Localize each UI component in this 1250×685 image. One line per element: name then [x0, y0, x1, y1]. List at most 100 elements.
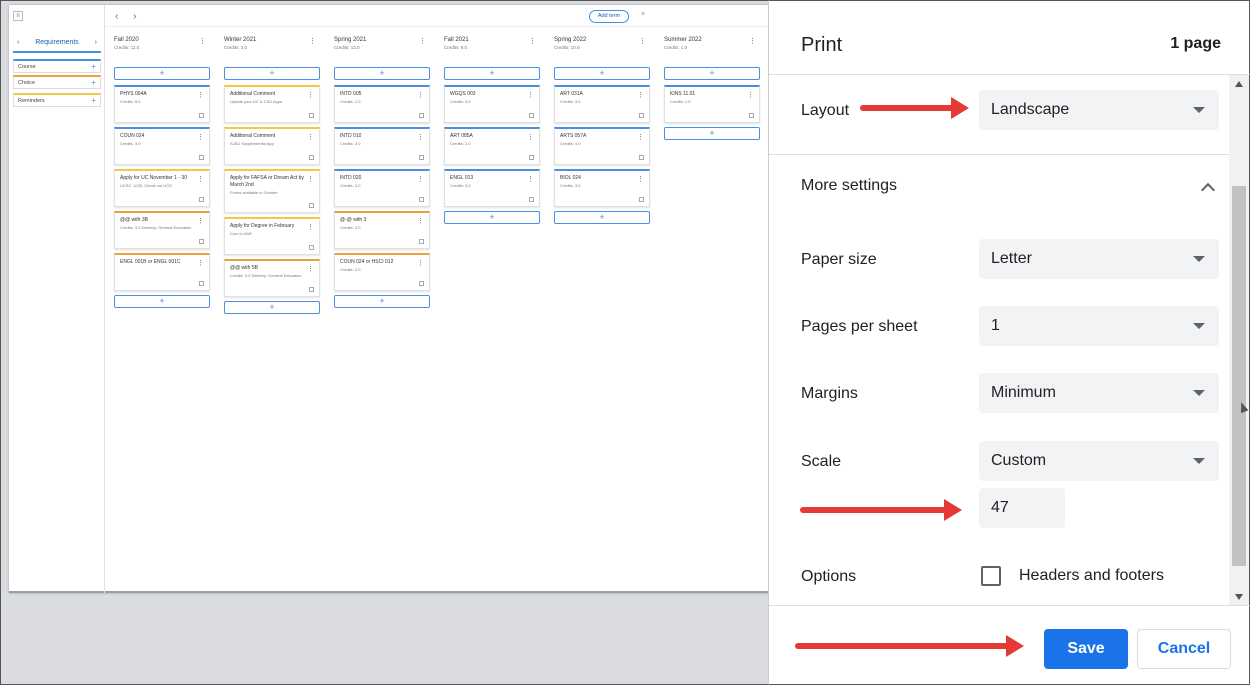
course-card: COUN 024 or HSCI 012 Credits: 3.0 ⋮ [334, 253, 430, 291]
course-card: ART 085A Credits: 3.0 ⋮ [444, 127, 540, 165]
term-header: Winter 2021 Credits: 3.0 ⋮ [224, 37, 320, 67]
more-vert-icon: ⋮ [197, 92, 204, 99]
margins-value: Minimum [991, 384, 1056, 401]
more-vert-icon: ⋮ [307, 224, 314, 231]
save-button[interactable]: Save [1044, 629, 1128, 669]
card-subtitle: Credits: 3.0 [560, 183, 581, 188]
pages-per-sheet-select[interactable]: 1 [979, 306, 1219, 346]
headers-footers-checkbox[interactable] [981, 566, 1001, 586]
caret-down-icon [1193, 107, 1205, 113]
settings-scroll-area[interactable]: Layout Landscape More settings Paper siz… [769, 75, 1250, 605]
card-title: Additional Comment [230, 133, 276, 139]
nav-arrows-icon: ‹ › [115, 11, 143, 22]
term-header: Fall 2021 Credits: 9.0 ⋮ [444, 37, 540, 67]
term-column: Summer 2022 Credits: 1.0 ⋮ + KINS 11.01 Credi… [664, 37, 760, 145]
term-column: Spring 2022 Credits: 10.0 ⋮ + ART 031A Credit… [554, 37, 650, 229]
more-vert-icon: ⋮ [637, 134, 644, 141]
scale-select[interactable]: Custom [979, 441, 1219, 481]
course-card: Additional Comment SJSU Supplemental App ⋮ [224, 127, 320, 165]
course-card: PHYS 004A Credits: 5.0 ⋮ [114, 85, 210, 123]
print-settings-panel: Print 1 page Layout Landscape More setti… [768, 0, 1250, 685]
card-title: @-@ with 3 [340, 217, 367, 223]
card-title: COUN 024 [120, 133, 145, 139]
card-title: ENGL 001B or ENGL 001C [120, 259, 181, 265]
course-card: @@ with 3B Credits: 3.0 Delivery: General… [114, 211, 210, 249]
caret-down-icon [1193, 323, 1205, 329]
more-vert-icon: ⋮ [747, 92, 754, 99]
more-vert-icon: ⋮ [637, 176, 644, 183]
term-header: Fall 2020 Credits: 11.0 ⋮ [114, 37, 210, 67]
card-title: WGQS 003 [450, 91, 476, 97]
layout-value: Landscape [991, 101, 1070, 118]
scale-percent-input[interactable]: 47 [979, 488, 1065, 528]
options-label: Options [801, 568, 857, 585]
sidebar-item-label: Course [18, 63, 36, 70]
more-vert-icon: ⋮ [197, 176, 204, 183]
term-name: Fall 2021 [444, 37, 469, 43]
preview-page: ≡ ‹ Requirements › Course + Choice + Remin… [9, 5, 769, 593]
card-title: ART 085A [450, 133, 473, 139]
term-credits: Credits: 9.0 [444, 45, 468, 50]
headers-footers-label[interactable]: Headers and footers [1019, 567, 1164, 585]
layout-select[interactable]: Landscape [979, 90, 1219, 130]
more-vert-icon: ⋮ [637, 92, 644, 99]
card-subtitle: SJSU Supplemental App [230, 141, 274, 146]
more-vert-icon: ⋮ [417, 176, 424, 183]
card-subtitle: Credits: 3.0 [340, 267, 361, 272]
card-title: ENGL 013 [450, 175, 474, 181]
add-course-button: + [554, 67, 650, 80]
annotation-arrow-save [795, 635, 1024, 657]
add-course-button: + [224, 67, 320, 80]
note-icon [309, 245, 314, 250]
course-card: Apply for Degree in February Cum in AAR ⋮ [224, 217, 320, 255]
sidebar-item-label: Choice [18, 79, 36, 86]
more-vert-icon: ⋮ [527, 176, 534, 183]
more-vert-icon: ⋮ [417, 134, 424, 141]
card-subtitle: Credits: 3.0 [340, 183, 361, 188]
term-header: Spring 2022 Credits: 10.0 ⋮ [554, 37, 650, 67]
card-subtitle: Credits: 3.0 Delivery: General Education [230, 273, 302, 278]
add-course-button: + [114, 295, 210, 308]
scroll-up-icon[interactable] [1235, 81, 1243, 87]
paper-size-select[interactable]: Letter [979, 239, 1219, 279]
term-credits: Credits: 13.0 [334, 45, 360, 50]
term-name: Summer 2022 [664, 37, 702, 43]
card-subtitle: Forms available in October [230, 190, 278, 195]
course-card: INTD 010 Credits: 3.0 ⋮ [334, 127, 430, 165]
pages-per-sheet-value: 1 [991, 317, 1000, 334]
note-icon [419, 281, 424, 286]
scrollbar-thumb[interactable] [1232, 186, 1246, 566]
note-icon [639, 113, 644, 118]
margins-select[interactable]: Minimum [979, 373, 1219, 413]
term-header: Spring 2021 Credits: 13.0 ⋮ [334, 37, 430, 67]
card-subtitle: Credits: 3.0 [120, 141, 141, 146]
chevron-up-icon[interactable] [1200, 182, 1216, 198]
more-vert-icon: ⋮ [419, 38, 426, 45]
add-course-button: + [114, 67, 210, 80]
add-course-button: + [664, 127, 760, 140]
note-icon [199, 113, 204, 118]
course-card: Additional Comment Update your UC & CSU A… [224, 85, 320, 123]
scroll-down-icon[interactable] [1235, 594, 1243, 600]
course-card: @@ with 5B Credits: 3.0 Delivery: General… [224, 259, 320, 297]
card-subtitle: Credits: 3.0 [340, 141, 361, 146]
sidebar-item-course: Course + [13, 59, 101, 73]
note-icon [529, 197, 534, 202]
card-title: Additional Comment [230, 91, 276, 97]
more-vert-icon: ⋮ [529, 38, 536, 45]
note-icon [529, 113, 534, 118]
more-vert-icon: ⋮ [417, 260, 424, 267]
cancel-button[interactable]: Cancel [1137, 629, 1231, 669]
more-vert-icon: ⋮ [527, 134, 534, 141]
paper-size-label: Paper size [801, 251, 877, 268]
margins-label: Margins [801, 385, 858, 402]
add-course-button: + [444, 211, 540, 224]
card-title: Apply for FAFSA or Dream Act by March 2n… [230, 175, 304, 188]
more-settings-toggle[interactable]: More settings [769, 155, 1229, 215]
print-header: Print 1 page [769, 1, 1250, 75]
course-card: ART 031A Credits: 3.0 ⋮ [554, 85, 650, 123]
chevron-left-icon: ‹ [17, 38, 20, 46]
card-subtitle: Credits: 1.0 [670, 99, 691, 104]
note-icon [199, 239, 204, 244]
card-title: INTD 020 [340, 175, 362, 181]
